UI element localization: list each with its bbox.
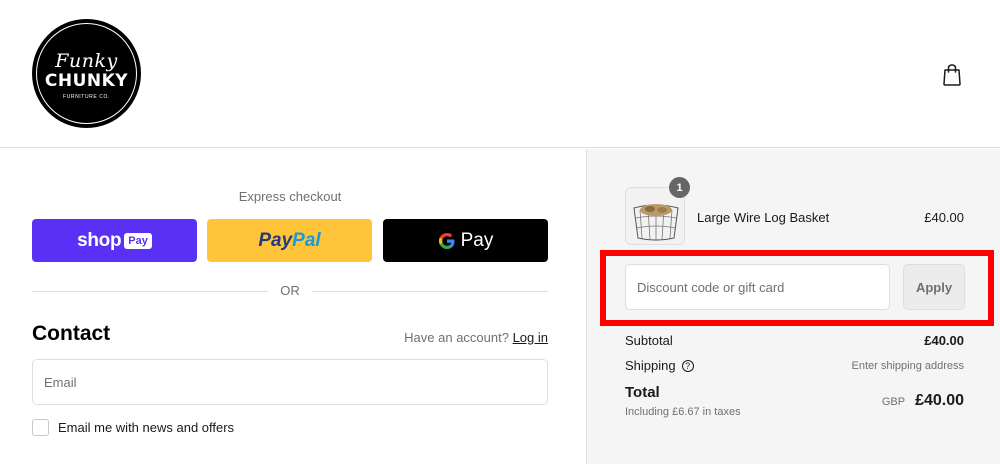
shipping-label: Shipping: [625, 358, 676, 373]
order-summary: 1 Large Wire Log Basket £40.00 Apply Sub…: [586, 149, 1000, 464]
contact-heading: Contact: [32, 322, 111, 345]
question-circle-icon[interactable]: ?: [681, 359, 694, 372]
total-value-group: GBP £40.00: [882, 392, 964, 410]
divider-line-right: [312, 291, 548, 292]
currency-code: GBP: [881, 396, 906, 408]
shipping-label-row: Shipping ?: [625, 358, 694, 373]
shop-pay-word: shop: [77, 229, 122, 251]
paypal-part2: Pal: [292, 229, 321, 251]
shopping-bag-icon[interactable]: [941, 63, 963, 87]
subtotal-label: Subtotal: [625, 333, 673, 348]
logo-ring: [36, 23, 137, 124]
checkout-main: Express checkout shop Pay Pay Pal Pay OR …: [0, 149, 586, 464]
total-label: Total: [625, 384, 660, 401]
account-prompt: Have an account? Log in: [404, 330, 548, 345]
email-field[interactable]: [32, 359, 548, 405]
google-pay-button[interactable]: Pay: [383, 219, 548, 262]
or-divider: OR: [32, 283, 548, 299]
quantity-badge: 1: [669, 177, 690, 198]
shipping-value: Enter shipping address: [851, 360, 964, 372]
highlight-box: [600, 250, 994, 326]
total-amount: £40.00: [915, 392, 964, 409]
login-link[interactable]: Log in: [513, 330, 548, 345]
shop-pay-button[interactable]: shop Pay: [32, 219, 197, 262]
newsletter-checkbox[interactable]: [32, 419, 49, 436]
site-header: Funky CHUNKY FURNITURE CO.: [0, 0, 1000, 148]
subtotal-value: £40.00: [924, 333, 964, 348]
newsletter-row: Email me with news and offers: [32, 419, 234, 436]
shop-pay-badge: Pay: [124, 232, 152, 249]
product-name: Large Wire Log Basket: [697, 210, 830, 225]
taxes-note: Including £6.67 in taxes: [625, 406, 741, 418]
newsletter-label: Email me with news and offers: [58, 420, 235, 435]
express-checkout-label: Express checkout: [238, 189, 342, 204]
google-pay-text: Pay: [460, 229, 494, 251]
product-price: £40.00: [924, 210, 964, 225]
brand-logo[interactable]: Funky CHUNKY FURNITURE CO.: [32, 19, 141, 128]
paypal-button[interactable]: Pay Pal: [207, 219, 372, 262]
paypal-part1: Pay: [258, 229, 293, 251]
google-g-icon: [438, 232, 455, 249]
account-prompt-text: Have an account?: [404, 330, 509, 345]
